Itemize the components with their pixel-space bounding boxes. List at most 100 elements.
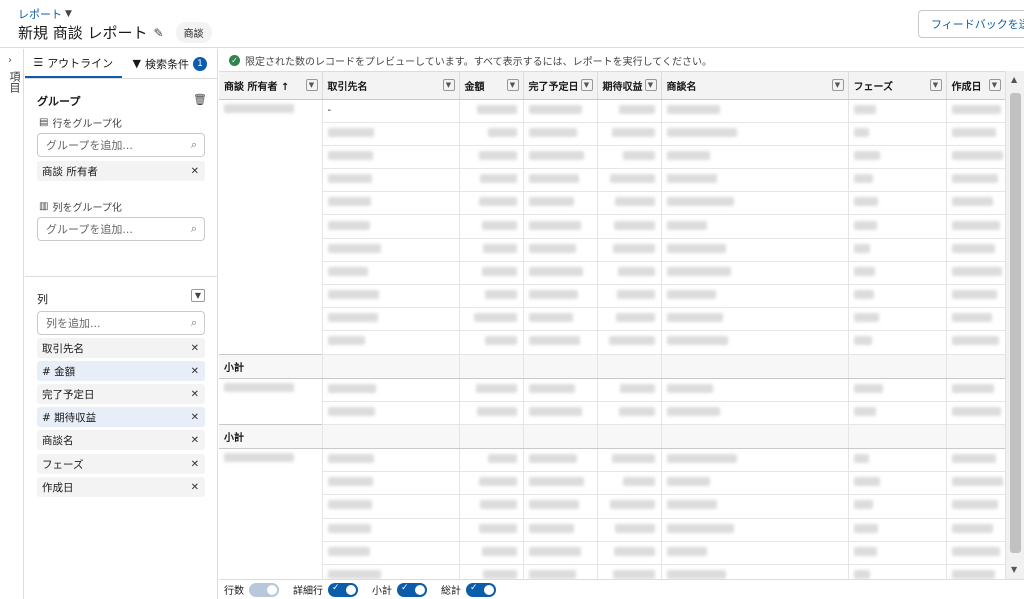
table-cell[interactable] [523, 541, 598, 565]
table-cell[interactable] [848, 307, 947, 332]
table-row[interactable] [219, 541, 1005, 565]
table-cell[interactable] [597, 378, 662, 402]
table-row[interactable] [219, 448, 1005, 579]
table-cell[interactable] [848, 330, 947, 355]
table-cell[interactable] [459, 494, 524, 519]
table-cell[interactable] [946, 145, 1005, 170]
close-icon[interactable]: ✕ [191, 412, 199, 423]
column-header[interactable]: 商談 所有者 ↑ ▼ [219, 72, 323, 100]
table-cell[interactable] [848, 378, 947, 402]
table-cell[interactable] [946, 541, 1005, 565]
table-cell[interactable] [322, 518, 460, 542]
table-cell[interactable] [946, 122, 1005, 146]
report-table[interactable]: 商談 所有者 ↑ ▼ 取引先名 ▼ 金額 ▼ 完了予定日 ▼ 期待収益 ▼ 商談名 ▼ フェ… [219, 71, 1005, 579]
column-pill[interactable]: 取引先名 ✕ [37, 338, 205, 358]
scroll-down-icon[interactable]: ▼ [1011, 565, 1017, 574]
table-cell[interactable] [848, 191, 947, 216]
table-cell[interactable] [523, 168, 598, 193]
table-cell[interactable] [459, 122, 524, 146]
column-pill[interactable]: # 期待収益 ✕ [37, 407, 205, 427]
table-cell[interactable] [597, 145, 662, 170]
table-row[interactable] [219, 122, 1005, 146]
chevron-down-icon[interactable]: ▼ [644, 79, 657, 91]
table-cell[interactable] [523, 145, 598, 170]
chevron-down-icon[interactable]: ▼ [305, 79, 318, 91]
table-cell[interactable] [459, 448, 524, 473]
table-cell[interactable] [848, 214, 947, 239]
column-header[interactable]: 金額 ▼ [459, 72, 524, 100]
table-cell[interactable] [848, 494, 947, 519]
table-row[interactable] [219, 307, 1005, 332]
toggle-switch[interactable]: ✓ [466, 582, 496, 597]
chevron-down-icon[interactable]: ▼ [988, 79, 1001, 91]
table-row[interactable] [219, 191, 1005, 216]
table-cell[interactable] [661, 168, 849, 193]
table-cell[interactable] [322, 494, 460, 519]
table-cell[interactable] [661, 471, 849, 496]
scrollbar-thumb[interactable] [1010, 93, 1021, 553]
table-cell[interactable] [597, 307, 662, 332]
chevron-down-icon[interactable]: ▼ [506, 79, 519, 91]
table-cell[interactable] [946, 494, 1005, 519]
table-cell[interactable] [523, 330, 598, 355]
grand-total-toggle[interactable]: 総計 ✓ [441, 582, 496, 597]
table-cell[interactable] [523, 122, 598, 146]
column-pill[interactable]: 商談名 ✕ [37, 430, 205, 450]
detail-rows-toggle[interactable]: 詳細行 ✓ [293, 582, 358, 597]
close-icon[interactable]: ✕ [191, 435, 199, 446]
table-cell[interactable] [523, 284, 598, 309]
table-cell[interactable] [946, 564, 1005, 579]
table-cell[interactable] [322, 122, 460, 146]
table-row[interactable] [219, 471, 1005, 496]
table-cell[interactable] [597, 99, 662, 123]
toggle-switch[interactable]: ✓ [328, 582, 358, 597]
table-cell[interactable] [459, 307, 524, 332]
table-cell[interactable] [661, 284, 849, 309]
table-row[interactable] [219, 168, 1005, 193]
table-cell[interactable] [661, 238, 849, 262]
table-cell[interactable] [946, 330, 1005, 355]
table-cell[interactable] [661, 261, 849, 286]
table-cell[interactable] [597, 284, 662, 309]
table-cell[interactable] [848, 122, 947, 146]
table-cell[interactable] [848, 145, 947, 170]
table-row[interactable] [219, 518, 1005, 542]
table-cell[interactable] [661, 145, 849, 170]
table-cell[interactable] [661, 541, 849, 565]
table-cell[interactable] [597, 494, 662, 519]
table-cell[interactable] [661, 191, 849, 216]
table-cell[interactable] [661, 518, 849, 542]
table-cell[interactable] [597, 448, 662, 473]
table-row[interactable] [219, 145, 1005, 170]
table-cell[interactable] [848, 541, 947, 565]
table-cell[interactable] [597, 214, 662, 239]
table-cell[interactable] [322, 330, 460, 355]
breadcrumb-label[interactable]: レポート [18, 6, 62, 22]
row-group-pill[interactable]: 商談 所有者 ✕ [37, 161, 205, 181]
table-cell[interactable] [459, 401, 524, 425]
chevron-down-icon[interactable]: ▼ [580, 79, 593, 91]
table-cell[interactable] [459, 284, 524, 309]
table-cell[interactable] [459, 191, 524, 216]
table-cell[interactable] [946, 284, 1005, 309]
table-cell[interactable] [459, 471, 524, 496]
table-cell[interactable] [848, 238, 947, 262]
feedback-button[interactable]: フィードバックを送信 [918, 10, 1024, 38]
tab-outline[interactable]: ☰ アウトライン [25, 49, 122, 78]
table-cell[interactable] [322, 284, 460, 309]
scroll-up-icon[interactable]: ▲ [1011, 75, 1017, 84]
table-cell[interactable] [459, 168, 524, 193]
trash-icon[interactable]: 🗑 [193, 93, 207, 106]
table-cell[interactable] [848, 564, 947, 579]
table-cell[interactable] [219, 99, 323, 355]
table-row[interactable] [219, 378, 1005, 425]
close-icon[interactable]: ✕ [191, 166, 199, 177]
table-cell[interactable] [523, 214, 598, 239]
table-cell[interactable] [523, 564, 598, 579]
table-cell[interactable] [597, 564, 662, 579]
close-icon[interactable]: ✕ [191, 343, 199, 354]
table-cell[interactable] [946, 401, 1005, 425]
table-cell[interactable] [459, 261, 524, 286]
column-header[interactable]: 商談名 ▼ [661, 72, 849, 100]
table-cell[interactable] [523, 238, 598, 262]
